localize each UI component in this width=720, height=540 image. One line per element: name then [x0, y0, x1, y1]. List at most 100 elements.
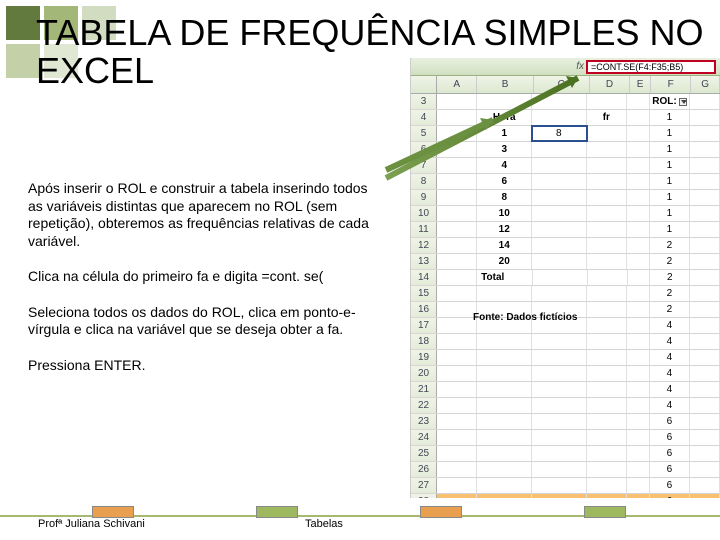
- row-header[interactable]: 9: [411, 190, 437, 205]
- cell[interactable]: [532, 174, 587, 189]
- cell[interactable]: [587, 286, 627, 301]
- row-header[interactable]: 20: [411, 366, 437, 381]
- cell[interactable]: [587, 430, 627, 445]
- cell[interactable]: 10: [477, 206, 532, 221]
- cell[interactable]: [532, 238, 587, 253]
- cell[interactable]: [627, 366, 650, 381]
- cell[interactable]: [627, 94, 650, 109]
- cell[interactable]: [587, 174, 627, 189]
- row-header[interactable]: 14: [411, 270, 437, 285]
- cell[interactable]: [627, 142, 650, 157]
- cell[interactable]: [437, 350, 477, 365]
- cell[interactable]: [477, 382, 532, 397]
- cell[interactable]: [587, 222, 627, 237]
- cell[interactable]: [690, 174, 720, 189]
- row-header[interactable]: 23: [411, 414, 437, 429]
- cell[interactable]: 4: [650, 366, 690, 381]
- cell[interactable]: [587, 350, 627, 365]
- cell[interactable]: [587, 334, 627, 349]
- cell[interactable]: 1: [650, 158, 690, 173]
- cell[interactable]: [587, 94, 627, 109]
- cell[interactable]: [627, 478, 650, 493]
- row-header[interactable]: 25: [411, 446, 437, 461]
- row-header[interactable]: 6: [411, 142, 437, 157]
- cell[interactable]: [627, 334, 650, 349]
- cell[interactable]: Total: [477, 270, 533, 285]
- cell[interactable]: 6: [650, 430, 690, 445]
- cell[interactable]: [437, 174, 477, 189]
- cell[interactable]: [532, 206, 587, 221]
- cell[interactable]: [690, 286, 720, 301]
- cell[interactable]: [627, 350, 650, 365]
- cell[interactable]: [477, 414, 532, 429]
- cell[interactable]: 6: [650, 494, 690, 498]
- cell[interactable]: [627, 446, 650, 461]
- cell[interactable]: [690, 126, 720, 141]
- cell[interactable]: 20: [477, 254, 532, 269]
- cell[interactable]: [532, 398, 587, 413]
- cell[interactable]: [690, 414, 720, 429]
- cell[interactable]: [437, 302, 477, 317]
- cell[interactable]: [437, 142, 477, 157]
- cell[interactable]: 1: [650, 222, 690, 237]
- cell[interactable]: [477, 334, 532, 349]
- cell[interactable]: 6: [650, 478, 690, 493]
- cell[interactable]: ROL:: [650, 94, 690, 109]
- cell[interactable]: [477, 462, 532, 477]
- cell[interactable]: [587, 206, 627, 221]
- cell[interactable]: [477, 430, 532, 445]
- cell[interactable]: 4: [650, 398, 690, 413]
- cell[interactable]: [437, 286, 477, 301]
- cell[interactable]: 1: [650, 190, 690, 205]
- cell[interactable]: 1: [650, 206, 690, 221]
- cell[interactable]: 8: [477, 190, 532, 205]
- cell[interactable]: [690, 270, 720, 285]
- cell[interactable]: [627, 430, 650, 445]
- cell[interactable]: [587, 142, 627, 157]
- row-header[interactable]: 4: [411, 110, 437, 125]
- cell[interactable]: [627, 238, 650, 253]
- cell[interactable]: [532, 382, 587, 397]
- cell[interactable]: [627, 158, 650, 173]
- cell[interactable]: 2: [650, 286, 690, 301]
- cell[interactable]: 2: [650, 254, 690, 269]
- row-header[interactable]: 5: [411, 126, 437, 141]
- cell[interactable]: [532, 286, 587, 301]
- cell[interactable]: [587, 126, 627, 141]
- row-header[interactable]: 7: [411, 158, 437, 173]
- cell[interactable]: [627, 494, 650, 498]
- cell[interactable]: [437, 366, 477, 381]
- cell[interactable]: 1: [650, 174, 690, 189]
- cell[interactable]: [437, 158, 477, 173]
- cell[interactable]: [532, 350, 587, 365]
- row-header[interactable]: 28: [411, 494, 437, 498]
- cell[interactable]: [477, 494, 532, 498]
- cell[interactable]: [532, 190, 587, 205]
- cell[interactable]: [437, 494, 477, 498]
- cell[interactable]: [437, 318, 477, 333]
- cell[interactable]: [690, 350, 720, 365]
- cell[interactable]: [587, 366, 627, 381]
- cell[interactable]: [532, 158, 587, 173]
- cell[interactable]: [690, 318, 720, 333]
- cell[interactable]: [437, 238, 477, 253]
- cell[interactable]: [587, 318, 627, 333]
- cell[interactable]: 2: [650, 302, 690, 317]
- cell[interactable]: [690, 254, 720, 269]
- cell[interactable]: [587, 398, 627, 413]
- cell[interactable]: 1: [650, 142, 690, 157]
- cell[interactable]: [690, 158, 720, 173]
- cell[interactable]: 2: [650, 270, 690, 285]
- cell[interactable]: [437, 414, 477, 429]
- cell[interactable]: [627, 382, 650, 397]
- cell[interactable]: fr: [587, 110, 627, 125]
- cell[interactable]: [532, 110, 587, 125]
- cell[interactable]: [627, 398, 650, 413]
- cell[interactable]: [477, 446, 532, 461]
- row-header[interactable]: 11: [411, 222, 437, 237]
- cell[interactable]: 6: [650, 446, 690, 461]
- row-header[interactable]: 17: [411, 318, 437, 333]
- cell[interactable]: 1: [650, 110, 690, 125]
- cell[interactable]: [437, 382, 477, 397]
- cell[interactable]: [627, 206, 650, 221]
